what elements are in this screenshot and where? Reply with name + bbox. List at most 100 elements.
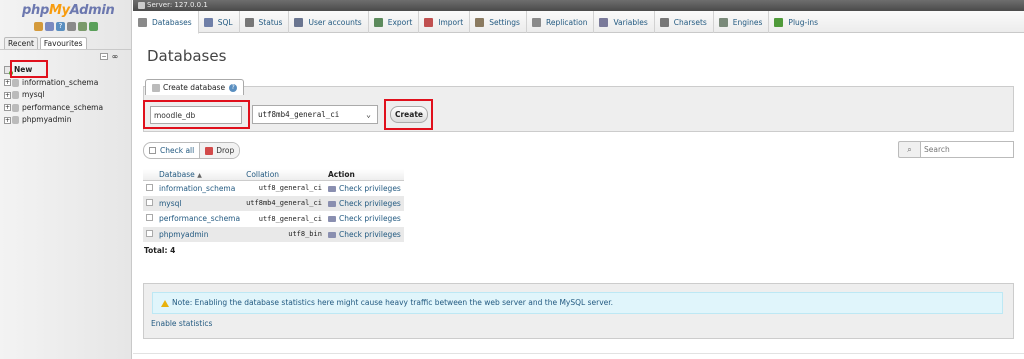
column-collation[interactable]: Collation	[243, 169, 325, 181]
nav-db-item[interactable]: + mysql	[4, 89, 103, 102]
database-link[interactable]: mysql	[156, 195, 244, 211]
nav-db-label: mysql	[22, 90, 45, 99]
expand-icon[interactable]: +	[4, 91, 11, 99]
home-icon[interactable]	[34, 22, 43, 31]
server-label: Server: 127.0.0.1	[147, 1, 208, 9]
expand-icon[interactable]: +	[4, 116, 11, 124]
row-checkbox[interactable]	[146, 229, 153, 237]
search-input[interactable]	[920, 141, 1014, 158]
server-icon	[138, 2, 145, 9]
statistics-notice: Note: Enabling the database statistics h…	[152, 292, 1003, 314]
settings-icon	[475, 17, 485, 27]
sort-asc-icon: ▲	[197, 171, 202, 179]
docs-icon[interactable]	[67, 22, 76, 31]
column-database[interactable]: Database ▲	[156, 169, 244, 181]
tab-export[interactable]: Export	[369, 11, 420, 33]
check-privileges-link[interactable]: Check privileges	[324, 226, 404, 242]
database-link[interactable]: information_schema	[156, 180, 244, 196]
row-checkbox[interactable]	[146, 198, 153, 206]
main-tabs: Databases SQL Status User accounts Expor…	[133, 11, 1024, 34]
import-icon	[424, 17, 434, 27]
variables-icon	[599, 17, 609, 27]
highlight-create-button	[384, 99, 433, 130]
row-checkbox[interactable]	[146, 214, 153, 222]
nav-db-label: performance_schema	[22, 102, 104, 112]
tab-databases[interactable]: Databases	[133, 11, 199, 34]
help-icon[interactable]: ?	[56, 22, 65, 31]
phpmyadmin-logo[interactable]: phpMyAdmin	[22, 3, 115, 18]
check-privileges-link[interactable]: Check privileges	[324, 211, 404, 227]
check-privileges-link[interactable]: Check privileges	[324, 195, 404, 211]
database-link[interactable]: performance_schema	[156, 211, 244, 227]
highlight-new-box	[10, 60, 48, 78]
page-title: Databases	[147, 47, 227, 65]
nav-db-label: information_schema	[22, 77, 99, 87]
collation-value: utf8_bin	[243, 226, 325, 242]
check-all-button[interactable]: Check all	[144, 143, 199, 158]
enable-statistics-link[interactable]: Enable statistics	[151, 319, 212, 328]
privileges-icon	[327, 231, 336, 238]
nav-quick-icons: ?	[34, 22, 98, 31]
collation-select[interactable]: utf8mb4_general_ci ⌄	[252, 105, 378, 124]
database-icon	[152, 83, 160, 92]
databases-table: Database ▲ Collation Action information_…	[143, 169, 404, 242]
database-link[interactable]: phpmyadmin	[156, 226, 244, 242]
main-content: Databases Create database ? utf8mb4_gene…	[133, 34, 1024, 359]
server-breadcrumb[interactable]: Server: 127.0.0.1	[133, 0, 1024, 11]
checkbox-icon	[149, 147, 156, 154]
nav-tab-recent[interactable]: Recent	[4, 37, 38, 49]
tab-sql[interactable]: SQL	[199, 11, 240, 33]
expand-icon[interactable]: +	[4, 79, 11, 87]
nav-tree-controls: − ∞	[100, 53, 119, 61]
tab-import[interactable]: Import	[419, 11, 471, 33]
plugins-icon	[774, 17, 784, 27]
nav-db-item[interactable]: + phpmyadmin	[4, 114, 103, 127]
collation-value: utf8mb4_general_ci	[243, 195, 325, 211]
reload-icon[interactable]	[89, 22, 98, 31]
collation-value: utf8_general_ci	[243, 180, 325, 196]
table-row: information_schema utf8_general_ci Check…	[143, 180, 404, 196]
users-icon	[294, 17, 304, 27]
tab-user-accounts[interactable]: User accounts	[289, 11, 369, 33]
nav-db-item[interactable]: + information_schema	[4, 77, 103, 90]
tab-plugins[interactable]: Plug-ins	[769, 11, 824, 33]
row-checkbox[interactable]	[146, 183, 153, 191]
link-with-main-icon[interactable]: ∞	[111, 53, 119, 61]
check-privileges-link[interactable]: Check privileges	[324, 180, 404, 196]
privileges-icon	[327, 185, 336, 192]
expand-icon[interactable]: +	[4, 104, 11, 112]
database-icon	[12, 103, 19, 112]
drop-icon	[205, 146, 214, 155]
logout-icon[interactable]	[45, 22, 54, 31]
bottom-divider	[133, 353, 1024, 354]
tab-settings[interactable]: Settings	[470, 11, 527, 33]
help-icon[interactable]: ?	[229, 83, 238, 92]
table-row: mysql utf8mb4_general_ci Check privilege…	[143, 195, 404, 211]
settings-icon[interactable]	[78, 22, 87, 31]
tab-status[interactable]: Status	[240, 11, 290, 33]
nav-tabs: Recent Favourites	[4, 37, 87, 49]
collapse-all-icon[interactable]: −	[100, 53, 108, 60]
table-row: performance_schema utf8_general_ci Check…	[143, 211, 404, 227]
nav-tab-favourites[interactable]: Favourites	[39, 37, 87, 49]
status-icon	[244, 17, 254, 27]
engines-icon	[718, 17, 728, 27]
tab-variables[interactable]: Variables	[594, 11, 655, 33]
tab-replication[interactable]: Replication	[527, 11, 595, 33]
drop-button[interactable]: Drop	[199, 143, 240, 158]
chevron-down-icon: ⌄	[366, 110, 371, 119]
privileges-icon	[327, 216, 336, 223]
total-count: Total: 4	[144, 246, 176, 255]
create-database-legend: Create database ?	[145, 79, 245, 95]
search-filter: ⌕	[898, 141, 1014, 158]
nav-db-item[interactable]: + performance_schema	[4, 102, 103, 115]
column-action: Action	[324, 169, 404, 181]
tab-engines[interactable]: Engines	[714, 11, 770, 33]
nav-db-label: phpmyadmin	[22, 115, 72, 124]
table-row: phpmyadmin utf8_bin Check privileges	[143, 226, 404, 242]
table-header-row: Database ▲ Collation Action	[143, 169, 404, 181]
nav-divider	[0, 49, 132, 50]
database-icon	[12, 116, 19, 125]
tab-charsets[interactable]: Charsets	[655, 11, 714, 33]
privileges-icon	[327, 200, 336, 207]
